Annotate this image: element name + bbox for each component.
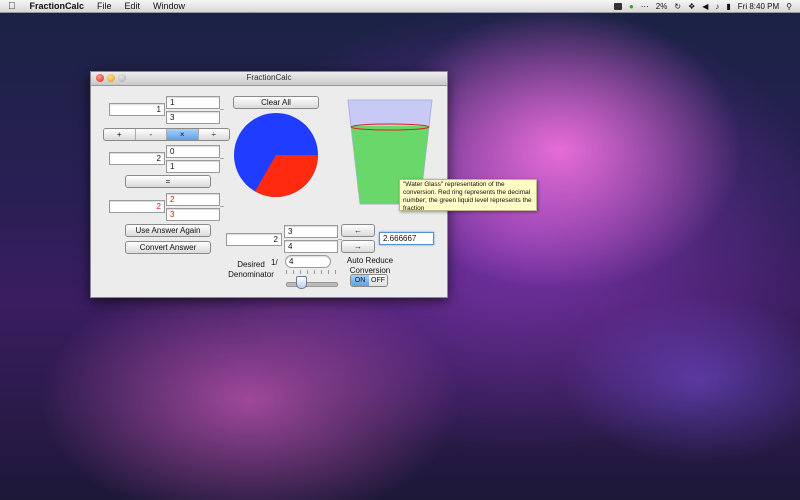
operator-segmented-control: + - × ÷ [103,128,230,141]
status-area: ● ⋯ 2% ↻ ❖ ◀ ♪ ▮ Fri 8:40 PM ⚲ [613,0,792,12]
result-numerator-field[interactable]: 2 [166,193,220,206]
top-numerator-field[interactable]: 1 [166,96,220,109]
converted-numerator-field[interactable]: 3 [284,225,338,238]
decimal-value-field[interactable]: 2.666667 [379,232,434,245]
result-whole-field[interactable]: 2 [109,200,165,213]
right-arrow-button[interactable]: → [341,240,375,253]
status-icon-box[interactable] [613,2,622,10]
bluetooth-icon[interactable]: ❖ [688,2,695,11]
denominator-slider-thumb[interactable] [296,276,307,289]
clock[interactable]: Fri 8:40 PM [738,2,779,11]
spotlight-icon[interactable]: ⚲ [786,2,792,11]
battery-icon[interactable]: ▮ [726,2,730,11]
denominator-slider-track[interactable] [286,282,338,287]
fraction-bar [220,206,224,207]
menu-edit[interactable]: Edit [125,1,141,11]
second-denominator-field[interactable]: 1 [166,160,220,173]
left-arrow-button[interactable]: ← [341,224,375,237]
use-answer-again-button[interactable]: Use Answer Again [125,224,211,237]
toggle-on[interactable]: ON [351,275,369,286]
status-icon-green[interactable]: ● [629,2,634,11]
converted-denominator-field[interactable]: 4 [284,240,338,253]
operator-plus[interactable]: + [104,129,136,140]
top-whole-field[interactable]: 1 [109,103,165,116]
time-machine-icon[interactable]: ↻ [674,2,681,11]
menu-window[interactable]: Window [153,1,185,11]
convert-answer-button[interactable]: Convert Answer [125,241,211,254]
fraction-bar [220,109,224,110]
denominator-prefix-label: 1/ [271,258,278,267]
operator-multiply[interactable]: × [167,129,199,140]
denominator-value-field[interactable]: 4 [285,255,331,268]
battery-percent[interactable]: 2% [656,2,668,11]
fractioncalc-window: FractionCalc 1 1 3 + - × ÷ 2 0 1 = 2 2 3… [90,71,448,298]
desired-denominator-label: Desired Denominator [228,260,274,279]
second-whole-field[interactable]: 2 [109,152,165,165]
wifi-icon[interactable]: ◀ [702,2,708,11]
toggle-off[interactable]: OFF [369,275,387,286]
app-menu[interactable]: FractionCalc [30,1,85,11]
auto-reduce-label: Auto Reduce Conversion [346,256,394,275]
slider-ticks [286,270,336,276]
menu-bar:  FractionCalc File Edit Window ● ⋯ 2% ↻… [0,0,800,13]
operator-minus[interactable]: - [136,129,167,140]
water-glass-tooltip: "Water Glass" representation of the conv… [399,179,537,212]
result-denominator-field[interactable]: 3 [166,208,220,221]
converted-whole-field[interactable]: 2 [226,233,282,246]
volume-icon[interactable]: ♪ [715,2,719,11]
auto-reduce-toggle[interactable]: ON OFF [350,274,388,287]
title-bar[interactable]: FractionCalc [91,72,447,86]
apple-menu-icon[interactable]:  [8,1,16,12]
window-title: FractionCalc [246,73,292,82]
status-icon-dots[interactable]: ⋯ [641,2,649,11]
fraction-bar [220,158,224,159]
clear-all-button[interactable]: Clear All [233,96,319,109]
menu-file[interactable]: File [97,1,112,11]
operator-divide[interactable]: ÷ [199,129,230,140]
top-denominator-field[interactable]: 3 [166,111,220,124]
second-numerator-field[interactable]: 0 [166,145,220,158]
equals-button[interactable]: = [125,175,211,188]
pie-chart [234,113,318,197]
